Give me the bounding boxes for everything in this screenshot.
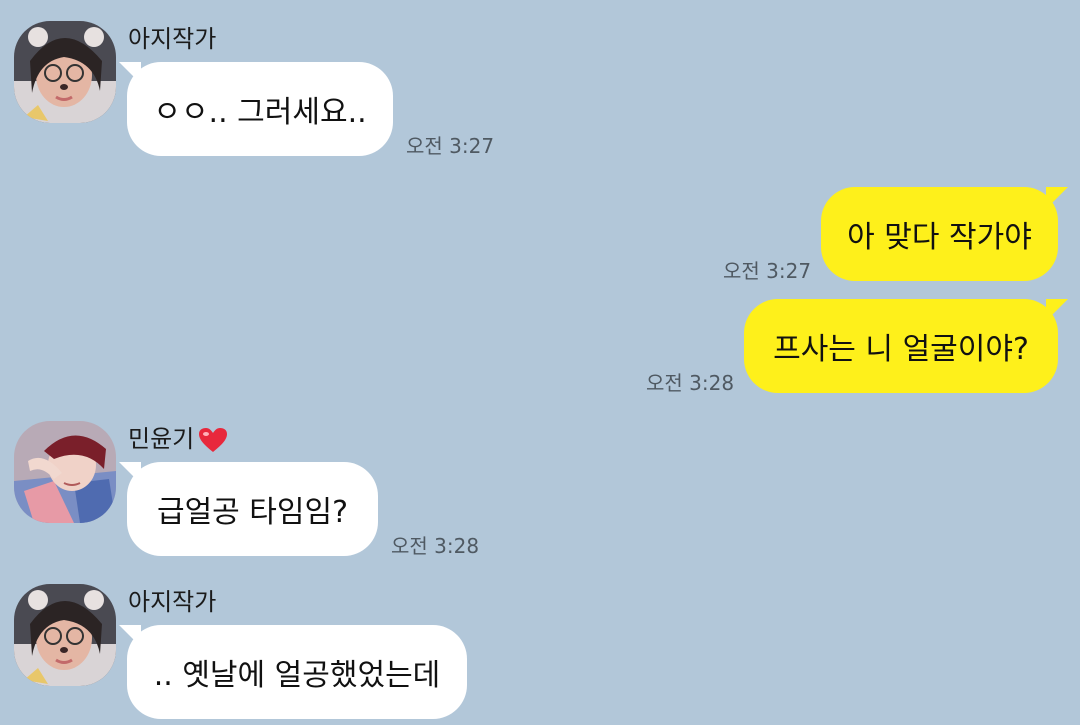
heart-icon	[199, 428, 228, 452]
message-timestamp: 오전 3:27	[723, 259, 812, 283]
message-text: 아 맞다 작가야	[847, 220, 1032, 255]
message-bubble-outgoing[interactable]: 프사는 니 얼굴이야?	[744, 299, 1058, 393]
message-timestamp: 오전 3:28	[391, 534, 480, 558]
message-text: ㅇㅇ.. 그러세요..	[153, 95, 367, 130]
sender-name-row: 민윤기	[128, 424, 228, 454]
message-bubble-incoming[interactable]: .. 옛날에 얼공했었는데	[127, 625, 467, 719]
sender-name: 민윤기	[128, 425, 195, 453]
message-bubble-outgoing[interactable]: 아 맞다 작가야	[821, 187, 1058, 281]
message-text: .. 옛날에 얼공했었는데	[153, 658, 441, 693]
bubble-tail	[1046, 299, 1068, 321]
sender-name: 아지작가	[128, 588, 217, 616]
message-timestamp: 오전 3:28	[646, 371, 735, 395]
message-bubble-incoming[interactable]: ㅇㅇ.. 그러세요..	[127, 62, 393, 156]
message-text: 프사는 니 얼굴이야?	[773, 332, 1029, 367]
message-text: 급얼공 타임임?	[156, 495, 349, 530]
message-timestamp: 오전 3:27	[406, 134, 495, 158]
profile-avatar-minyoongi[interactable]	[14, 421, 116, 523]
profile-avatar-ajijakga[interactable]	[14, 21, 116, 123]
message-bubble-incoming[interactable]: 급얼공 타임임?	[127, 462, 378, 556]
profile-avatar-ajijakga[interactable]	[14, 584, 116, 686]
bubble-tail	[1046, 187, 1068, 209]
chat-room: 아지작가 ㅇㅇ.. 그러세요.. 오전 3:27 아 맞다 작가야 오전 3:2…	[0, 0, 1080, 725]
sender-name: 아지작가	[128, 25, 217, 53]
